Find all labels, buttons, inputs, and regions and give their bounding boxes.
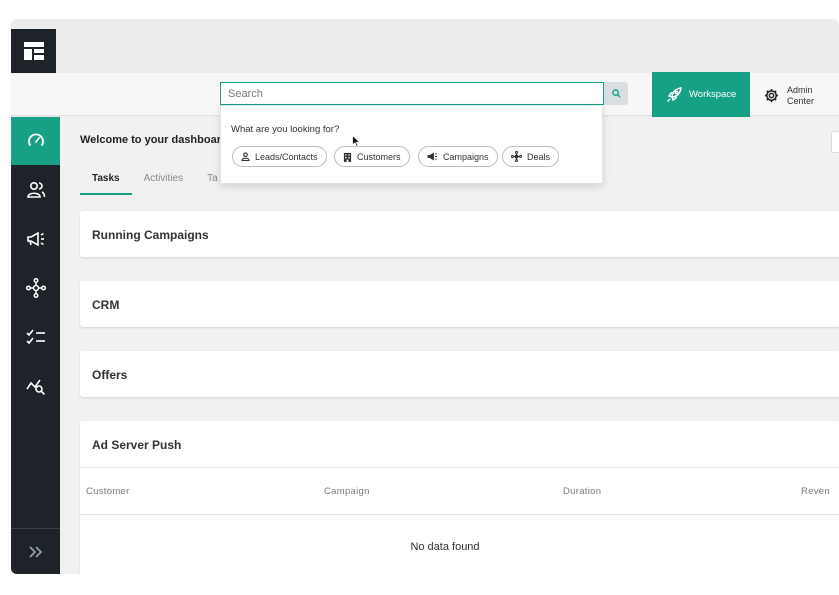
chip-label: Campaigns [443,151,489,162]
card-title: Ad Server Push [92,438,182,452]
users-icon [26,181,45,198]
sidebar-item-dashboard[interactable] [11,117,60,165]
sidebar-item-analytics[interactable] [11,362,60,410]
network-icon [511,151,522,162]
dashboard-gauge-icon [27,133,44,146]
network-icon [25,278,46,298]
card-title: Running Campaigns [92,228,209,242]
megaphone-icon [427,152,437,161]
sidebar [11,117,60,574]
page-title: Welcome to your dashboard, [80,134,231,146]
card-title: CRM [92,298,120,312]
sidebar-item-network[interactable] [11,264,60,312]
app-logo[interactable] [11,29,56,73]
table-header: Customer Campaign Duration Reven [80,467,839,515]
card-title: Offers [92,368,128,382]
tab-tasks[interactable]: Tasks [80,167,132,195]
admin-label-line2: Center [787,95,815,106]
workspace-label: Workspace [689,89,737,100]
admin-label: Admin Center [787,85,814,107]
chip-deals[interactable]: Deals [502,146,560,167]
layout-grid-icon [23,42,44,60]
chart-search-icon [25,379,45,395]
column-header-revenue[interactable]: Reven [801,486,830,497]
chip-customers[interactable]: Customers [334,146,410,167]
chip-label: Customers [357,151,401,162]
gear-icon [764,88,779,103]
sidebar-item-tasks[interactable] [11,313,60,361]
empty-state-text: No data found [410,541,480,553]
sidebar-item-campaigns[interactable] [11,215,60,263]
rocket-icon [667,86,682,102]
main-content: Welcome to your dashboard, Tasks Activit… [60,117,839,574]
column-header-duration[interactable]: Duration [563,486,601,497]
search-suggestions-dropdown: What are you looking for? Leads/Contacts… [220,105,603,184]
column-header-customer[interactable]: Customer [86,486,130,497]
mouse-cursor-icon [352,135,361,148]
tab-bar: Tasks Activities Ta [80,167,230,195]
building-icon [343,152,352,162]
admin-center-button[interactable]: Admin Center [754,78,834,113]
person-icon [241,152,250,161]
sidebar-item-contacts[interactable] [11,166,60,214]
admin-label-line1: Admin [787,84,813,95]
dropdown-prompt: What are you looking for? [231,124,340,135]
collapse-handle[interactable] [831,131,839,153]
card-crm[interactable]: CRM [80,281,839,327]
search-input[interactable] [220,82,604,105]
tab-activities[interactable]: Activities [132,167,195,195]
column-header-campaign[interactable]: Campaign [324,486,370,497]
workspace-button[interactable]: Workspace [652,72,750,117]
card-running-campaigns[interactable]: Running Campaigns [80,211,839,257]
card-ad-server-push: Ad Server Push Customer Campaign Duratio… [80,421,839,574]
megaphone-icon [26,231,44,247]
chip-leads-contacts[interactable]: Leads/Contacts [232,146,327,167]
search-button[interactable] [604,82,628,105]
chip-campaigns[interactable]: Campaigns [418,146,498,167]
chip-label: Deals [527,151,551,162]
chip-label: Leads/Contacts [255,151,318,162]
sidebar-expand-button[interactable] [11,528,60,574]
double-chevron-right-icon [28,545,42,558]
checklist-icon [25,329,45,345]
card-offers[interactable]: Offers [80,351,839,397]
search-icon [611,89,621,98]
